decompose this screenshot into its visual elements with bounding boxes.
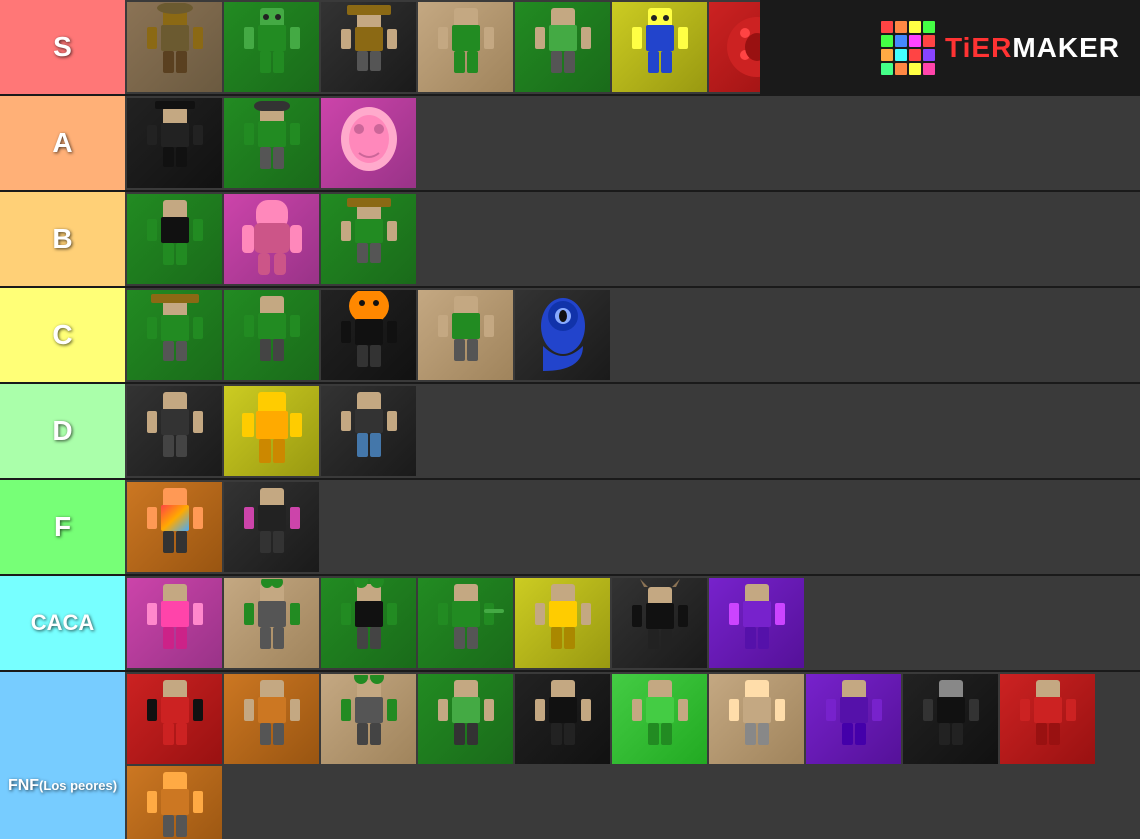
logo-cell-15 (909, 63, 921, 75)
tiermaker-logo-area: TiER MAKER (760, 0, 1140, 95)
item-fnf1[interactable] (127, 674, 222, 764)
item-s3[interactable] (321, 2, 416, 92)
item-fnf11[interactable] (127, 766, 222, 839)
item-fnf7[interactable] (709, 674, 804, 764)
tier-label-a: A (0, 96, 125, 190)
item-c5[interactable] (515, 290, 610, 380)
item-b1[interactable] (127, 194, 222, 284)
tier-row-a: A (0, 96, 1140, 192)
logo-cell-7 (909, 35, 921, 47)
item-fnf5[interactable] (515, 674, 610, 764)
logo-cell-9 (881, 49, 893, 61)
tier-row-f: F (0, 480, 1140, 576)
item-s4[interactable] (418, 2, 513, 92)
tier-label-c: C (0, 288, 125, 382)
logo-cell-10 (895, 49, 907, 61)
item-caca5[interactable] (515, 578, 610, 668)
item-c3[interactable] (321, 290, 416, 380)
item-d3[interactable] (321, 386, 416, 476)
tier-items-a (125, 96, 1140, 190)
logo-cell-16 (923, 63, 935, 75)
logo-cell-4 (923, 21, 935, 33)
item-caca4[interactable] (418, 578, 513, 668)
logo-cell-6 (895, 35, 907, 47)
item-fnf6[interactable] (612, 674, 707, 764)
item-c1[interactable] (127, 290, 222, 380)
tier-row-caca: CACA (0, 576, 1140, 672)
tier-items-caca (125, 576, 1140, 670)
item-b3[interactable] (321, 194, 416, 284)
logo-cell-3 (909, 21, 921, 33)
item-s2[interactable] (224, 2, 319, 92)
logo-cell-13 (881, 63, 893, 75)
item-f2[interactable] (224, 482, 319, 572)
logo-maker-text: MAKER (1012, 32, 1120, 64)
logo-cell-14 (895, 63, 907, 75)
item-d1[interactable] (127, 386, 222, 476)
item-caca6[interactable] (612, 578, 707, 668)
logo-grid-icon (881, 21, 935, 75)
logo-cell-2 (895, 21, 907, 33)
logo-cell-12 (923, 49, 935, 61)
item-fnf10[interactable] (1000, 674, 1095, 764)
item-s5[interactable] (515, 2, 610, 92)
tier-row-fnf: FNF(Los peores) (0, 672, 1140, 839)
logo-cell-5 (881, 35, 893, 47)
tier-items-b (125, 192, 1140, 286)
item-c2[interactable] (224, 290, 319, 380)
item-fnf4[interactable] (418, 674, 513, 764)
tier-items-c (125, 288, 1140, 382)
tier-row-s: S (0, 0, 1140, 96)
tier-label-b: B (0, 192, 125, 286)
tier-table: S (0, 0, 1140, 839)
item-s1[interactable] (127, 2, 222, 92)
item-f1[interactable] (127, 482, 222, 572)
item-fnf8[interactable] (806, 674, 901, 764)
item-c4[interactable] (418, 290, 513, 380)
item-a3[interactable] (321, 98, 416, 188)
tier-items-d (125, 384, 1140, 478)
logo-cell-11 (909, 49, 921, 61)
item-caca1[interactable] (127, 578, 222, 668)
tier-label-fnf: FNF(Los peores) (0, 672, 125, 839)
item-fnf2[interactable] (224, 674, 319, 764)
tier-label-caca: CACA (0, 576, 125, 670)
tier-row-d: D (0, 384, 1140, 480)
item-s6[interactable] (612, 2, 707, 92)
tiermaker-logo: TiER MAKER (881, 21, 1120, 75)
item-caca3[interactable] (321, 578, 416, 668)
tier-items-fnf (125, 672, 1140, 839)
item-fnf9[interactable] (903, 674, 998, 764)
item-d2[interactable] (224, 386, 319, 476)
logo-cell-1 (881, 21, 893, 33)
logo-text-group: TiER MAKER (945, 32, 1120, 64)
logo-tier-text: TiER (945, 32, 1012, 64)
tier-items-f (125, 480, 1140, 574)
item-b2[interactable] (224, 194, 319, 284)
item-fnf3[interactable] (321, 674, 416, 764)
item-caca7[interactable] (709, 578, 804, 668)
tier-label-d: D (0, 384, 125, 478)
tier-label-s: S (0, 0, 125, 94)
tier-label-f: F (0, 480, 125, 574)
item-a1[interactable] (127, 98, 222, 188)
tier-row-c: C (0, 288, 1140, 384)
tier-row-b: B (0, 192, 1140, 288)
item-a2[interactable] (224, 98, 319, 188)
item-caca2[interactable] (224, 578, 319, 668)
logo-cell-8 (923, 35, 935, 47)
